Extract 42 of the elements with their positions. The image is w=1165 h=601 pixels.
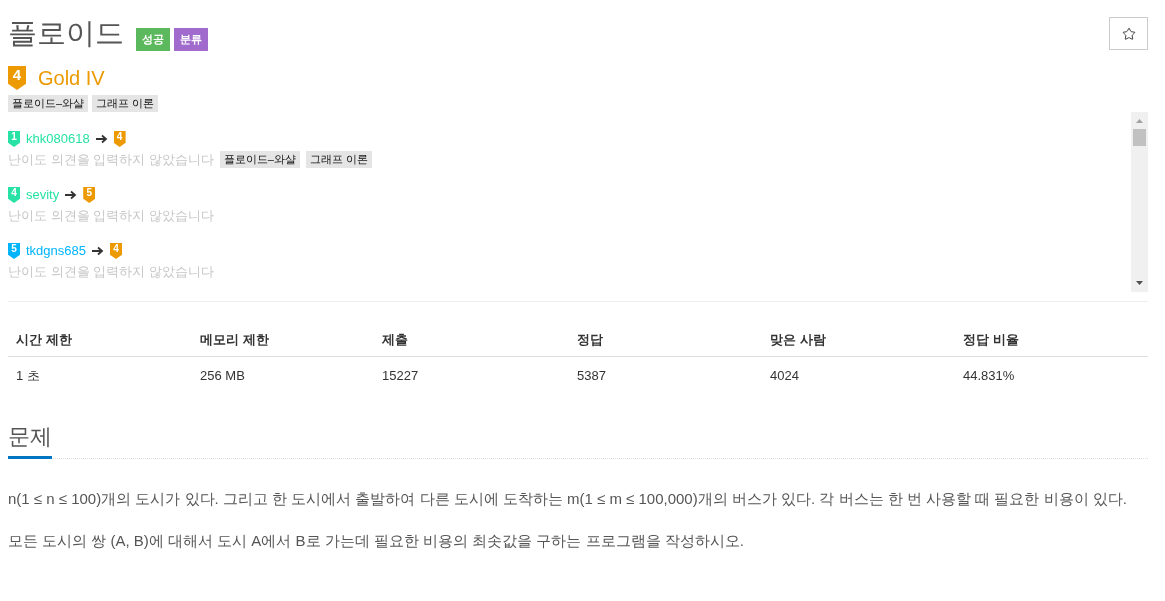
tier-badge: 1 <box>8 131 20 147</box>
table-cell-text: 256 MB <box>199 367 246 385</box>
tier-badge: 4 <box>110 243 122 259</box>
table-cell-text: 4024 <box>769 367 800 385</box>
column-header: 정답 <box>576 331 604 349</box>
column-header: 맞은 사람 <box>769 331 827 349</box>
column-header: 제출 <box>381 331 409 349</box>
status-tag[interactable]: 분류 <box>174 28 208 51</box>
opinion-text: 난이도 의견을 입력하지 않았습니다 <box>8 263 214 280</box>
tier-badge: 4 <box>8 66 26 90</box>
favorite-button[interactable] <box>1109 17 1148 50</box>
tier-badge: 4 <box>8 187 20 203</box>
table-cell-text: 44.831% <box>962 367 1016 385</box>
tier-badge: 5 <box>83 187 96 203</box>
problem-text: 모든 도시의 쌍 (A, B)에 대해서 도시 A에서 B로 가는데 필요한 비용의 최솟값을 구하는 프로그램을 작성하시오. <box>8 531 745 551</box>
opinion-text: 난이도 의견을 입력하지 않았습니다 <box>8 151 214 168</box>
arrow-icon <box>65 190 78 200</box>
tag[interactable]: 그래프 이론 <box>92 95 159 112</box>
column-header: 메모리 제한 <box>199 331 270 349</box>
opinion-text: 난이도 의견을 입력하지 않았습니다 <box>8 207 214 224</box>
tag[interactable]: 그래프 이론 <box>305 151 373 168</box>
table-cell-text: 5387 <box>576 367 607 385</box>
tier-badge: 4 <box>113 131 126 147</box>
problem-title: 플로이드 <box>8 16 124 51</box>
tag[interactable]: 플로이드–와샬 <box>8 95 89 112</box>
problem-text: n(1 ≤ n ≤ 100)개의 도시가 있다. 그리고 한 도시에서 출발하여 다른 도시에 도착하는 m(1 ≤ m ≤ 100,000)개의 버스가 있다. 각 버스는 한 번 사용할 때 필요한 비용이 있다. <box>8 489 1128 509</box>
scroll-down-icon[interactable] <box>1136 281 1143 285</box>
column-header: 정답 비율 <box>962 331 1020 349</box>
tag[interactable]: 플로이드–와샬 <box>219 151 300 168</box>
section-heading: 문제 <box>8 422 52 459</box>
username-link[interactable]: tkdgns685 <box>26 243 86 259</box>
tier-badge: 5 <box>8 243 20 259</box>
status-tag[interactable]: 성공 <box>136 28 170 51</box>
tier-name: Gold IV <box>38 66 105 90</box>
column-header: 시간 제한 <box>15 331 73 349</box>
scrollbar[interactable] <box>1131 112 1148 292</box>
arrow-icon <box>92 246 104 256</box>
arrow-icon <box>95 134 108 144</box>
scrollbar-thumb[interactable] <box>1133 129 1146 146</box>
table-cell-text: 1 초 <box>15 367 41 385</box>
table-cell-text: 15227 <box>381 367 420 385</box>
scroll-up-icon[interactable] <box>1136 119 1143 123</box>
